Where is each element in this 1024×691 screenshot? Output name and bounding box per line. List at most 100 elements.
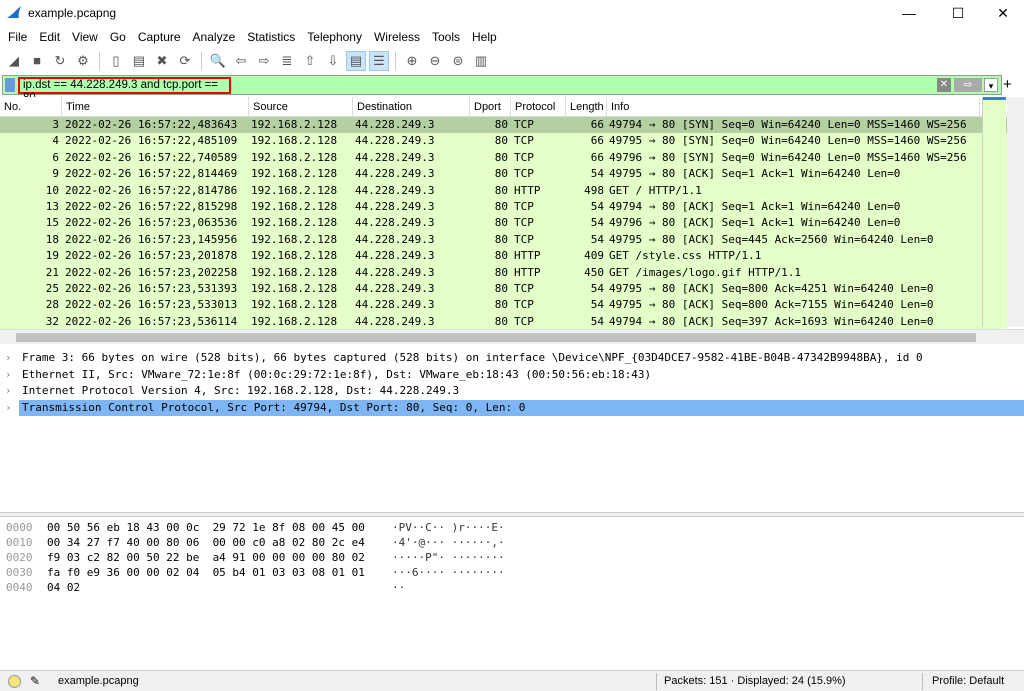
packet-row[interactable]: 19 2022-02-26 16:57:23,201878 192.168.2.12… bbox=[0, 248, 1007, 265]
menu-go[interactable]: Go bbox=[104, 28, 132, 46]
reload-icon[interactable]: ⟳ bbox=[175, 51, 195, 71]
find-packet-icon[interactable]: 🔍 bbox=[208, 51, 228, 71]
menu-analyze[interactable]: Analyze bbox=[187, 28, 242, 46]
packet-cell-length: 54 bbox=[590, 216, 604, 230]
packet-row[interactable]: 18 2022-02-26 16:57:23,145956 192.168.2.12… bbox=[0, 231, 1007, 249]
go-last-icon[interactable]: ⇩ bbox=[323, 51, 343, 71]
autoscroll-icon[interactable]: ▤ bbox=[346, 50, 366, 71]
maximize-button[interactable]: ☐ bbox=[935, 0, 981, 26]
column-header-length[interactable]: Length bbox=[566, 97, 607, 116]
resize-columns-icon[interactable]: ▥ bbox=[471, 51, 491, 71]
zoom-out-icon[interactable]: ⊖ bbox=[425, 51, 445, 71]
toolbar-separator bbox=[201, 51, 202, 70]
close-button[interactable]: ✕ bbox=[980, 0, 1024, 26]
expand-arrow-icon[interactable]: › bbox=[5, 383, 12, 400]
packet-row[interactable]: 15 2022-02-26 16:57:23,063536 192.168.2.12… bbox=[0, 215, 1007, 232]
hex-ascii[interactable]: ·····P"· ········ bbox=[392, 550, 505, 565]
bookmark-icon[interactable] bbox=[5, 78, 15, 92]
stop-icon[interactable]: ■ bbox=[27, 51, 47, 71]
apply-filter-button[interactable]: ⇨ bbox=[954, 78, 982, 92]
packet-cell-destination: 44.228.249.3 bbox=[355, 134, 435, 148]
expand-arrow-icon[interactable]: › bbox=[5, 367, 12, 384]
packet-row[interactable]: 10 2022-02-26 16:57:22,814786 192.168.2.12… bbox=[0, 182, 1007, 199]
hex-bytes[interactable]: 00 50 56 eb 18 43 00 0c 29 72 1e 8f 08 0… bbox=[40, 520, 392, 535]
expert-info-indicator-icon[interactable] bbox=[8, 675, 21, 688]
menu-help[interactable]: Help bbox=[466, 28, 503, 46]
packet-list-vertical-scrollbar[interactable] bbox=[1007, 97, 1024, 327]
detail-tree-item[interactable]: › Frame 3: 66 bytes on wire (528 bits), 6… bbox=[0, 350, 1024, 367]
packet-cell-source: 192.168.2.128 bbox=[251, 265, 338, 279]
packet-row[interactable]: 13 2022-02-26 16:57:22,815298 192.168.2.12… bbox=[0, 198, 1007, 216]
go-back-icon[interactable]: ⇦ bbox=[231, 51, 251, 71]
column-header-source[interactable]: Source bbox=[249, 97, 353, 116]
add-filter-button[interactable]: + bbox=[1003, 76, 1012, 93]
packet-row[interactable]: 25 2022-02-26 16:57:23,531393 192.168.2.12… bbox=[0, 280, 1007, 298]
packet-cell-dport: 80 bbox=[494, 249, 508, 263]
expand-arrow-icon[interactable]: › bbox=[5, 400, 12, 417]
status-profile[interactable]: Profile: Default bbox=[932, 675, 1004, 687]
hex-bytes[interactable]: 00 34 27 f7 40 00 80 06 00 00 c0 a8 02 8… bbox=[40, 535, 392, 550]
menu-file[interactable]: File bbox=[2, 28, 33, 46]
packet-cell-time: 2022-02-26 16:57:22,485109 bbox=[65, 134, 238, 148]
hex-ascii[interactable]: ···6···· ········ bbox=[392, 565, 505, 580]
go-forward-icon[interactable]: ⇨ bbox=[254, 51, 274, 71]
zoom-normal-icon[interactable]: ⊜ bbox=[448, 51, 468, 71]
hex-ascii[interactable]: ·PV··C·· )r····E· bbox=[392, 520, 505, 535]
packet-row[interactable]: 32 2022-02-26 16:57:23,536114 192.168.2.12… bbox=[0, 313, 1007, 329]
packet-cell-time: 2022-02-26 16:57:22,814786 bbox=[65, 183, 238, 197]
colorize-icon[interactable]: ☰ bbox=[369, 50, 389, 71]
menu-statistics[interactable]: Statistics bbox=[241, 28, 301, 46]
detail-tree-item[interactable]: › Ethernet II, Src: VMware_72:1e:8f (00:0… bbox=[0, 367, 1024, 384]
capture-comment-icon[interactable]: ✎ bbox=[30, 674, 40, 688]
packet-cell-protocol: TCP bbox=[514, 298, 534, 312]
restart-icon[interactable]: ↻ bbox=[50, 51, 70, 71]
packet-row[interactable]: 21 2022-02-26 16:57:23,202258 192.168.2.12… bbox=[0, 264, 1007, 281]
packet-cell-destination: 44.228.249.3 bbox=[355, 216, 435, 230]
minimize-button[interactable]: — bbox=[886, 0, 932, 26]
hex-bytes[interactable]: f9 03 c2 82 00 50 22 be a4 91 00 00 00 0… bbox=[40, 550, 392, 565]
capture-options-icon[interactable]: ⚙ bbox=[73, 51, 93, 71]
filter-history-dropdown[interactable]: ▾ bbox=[984, 78, 998, 92]
open-file-icon[interactable]: ▯ bbox=[106, 51, 126, 71]
column-header-info[interactable]: Info bbox=[607, 97, 980, 116]
go-to-packet-icon[interactable]: ≣ bbox=[277, 51, 297, 71]
packet-list-horizontal-scrollbar[interactable] bbox=[0, 329, 1024, 344]
display-filter-input[interactable]: ip.dst == 44.228.249.3 and tcp.port == 8… bbox=[18, 77, 231, 104]
save-file-icon[interactable]: ▤ bbox=[129, 51, 149, 71]
hex-bytes[interactable]: fa f0 e9 36 00 00 02 04 05 b4 01 03 03 0… bbox=[40, 565, 392, 580]
hex-ascii[interactable]: ·· bbox=[392, 580, 405, 595]
column-header-dport[interactable]: Dport bbox=[470, 97, 511, 116]
menu-tools[interactable]: Tools bbox=[426, 28, 466, 46]
shark-fin-start-icon[interactable]: ◢ bbox=[4, 51, 24, 71]
go-first-icon[interactable]: ⇧ bbox=[300, 51, 320, 71]
detail-label: Ethernet II, Src: VMware_72:1e:8f (00:0c… bbox=[22, 367, 652, 381]
column-header-destination[interactable]: Destination bbox=[353, 97, 470, 116]
pane-splitter[interactable] bbox=[0, 512, 1024, 517]
menu-view[interactable]: View bbox=[66, 28, 104, 46]
menu-telephony[interactable]: Telephony bbox=[301, 28, 368, 46]
close-file-icon[interactable]: ✖ bbox=[152, 51, 172, 71]
menu-capture[interactable]: Capture bbox=[132, 28, 187, 46]
packet-row[interactable]: 3 2022-02-26 16:57:22,483643 192.168.2.128… bbox=[0, 117, 1007, 134]
zoom-in-icon[interactable]: ⊕ bbox=[402, 51, 422, 71]
packet-row[interactable]: 28 2022-02-26 16:57:23,533013 192.168.2.12… bbox=[0, 297, 1007, 314]
hex-row: 0010 00 34 27 f7 40 00 80 06 00 00 c0 a8 … bbox=[0, 535, 1024, 550]
packet-cell-time: 2022-02-26 16:57:23,201878 bbox=[65, 249, 238, 263]
menu-wireless[interactable]: Wireless bbox=[368, 28, 426, 46]
hex-ascii[interactable]: ·4'·@··· ······,· bbox=[392, 535, 505, 550]
hex-bytes[interactable]: 04 02 bbox=[40, 580, 392, 595]
packet-minimap[interactable] bbox=[982, 97, 1006, 327]
packet-cell-no: 13 bbox=[45, 199, 59, 213]
packet-row[interactable]: 6 2022-02-26 16:57:22,740589 192.168.2.128… bbox=[0, 149, 1007, 167]
clear-filter-button[interactable]: ✕ bbox=[937, 78, 951, 92]
column-header-protocol[interactable]: Protocol bbox=[511, 97, 566, 116]
packet-row[interactable]: 9 2022-02-26 16:57:22,814469 192.168.2.128… bbox=[0, 166, 1007, 183]
expand-arrow-icon[interactable]: › bbox=[5, 350, 12, 367]
detail-tree-item[interactable]: › Transmission Control Protocol, Src Port… bbox=[0, 399, 1024, 417]
menu-edit[interactable]: Edit bbox=[33, 28, 66, 46]
column-header-no[interactable]: No. bbox=[0, 97, 62, 116]
column-header-time[interactable]: Time bbox=[62, 97, 249, 116]
packet-cell-source: 192.168.2.128 bbox=[251, 249, 338, 263]
packet-row[interactable]: 4 2022-02-26 16:57:22,485109 192.168.2.128… bbox=[0, 133, 1007, 150]
detail-tree-item[interactable]: › Internet Protocol Version 4, Src: 192.1… bbox=[0, 383, 1024, 400]
